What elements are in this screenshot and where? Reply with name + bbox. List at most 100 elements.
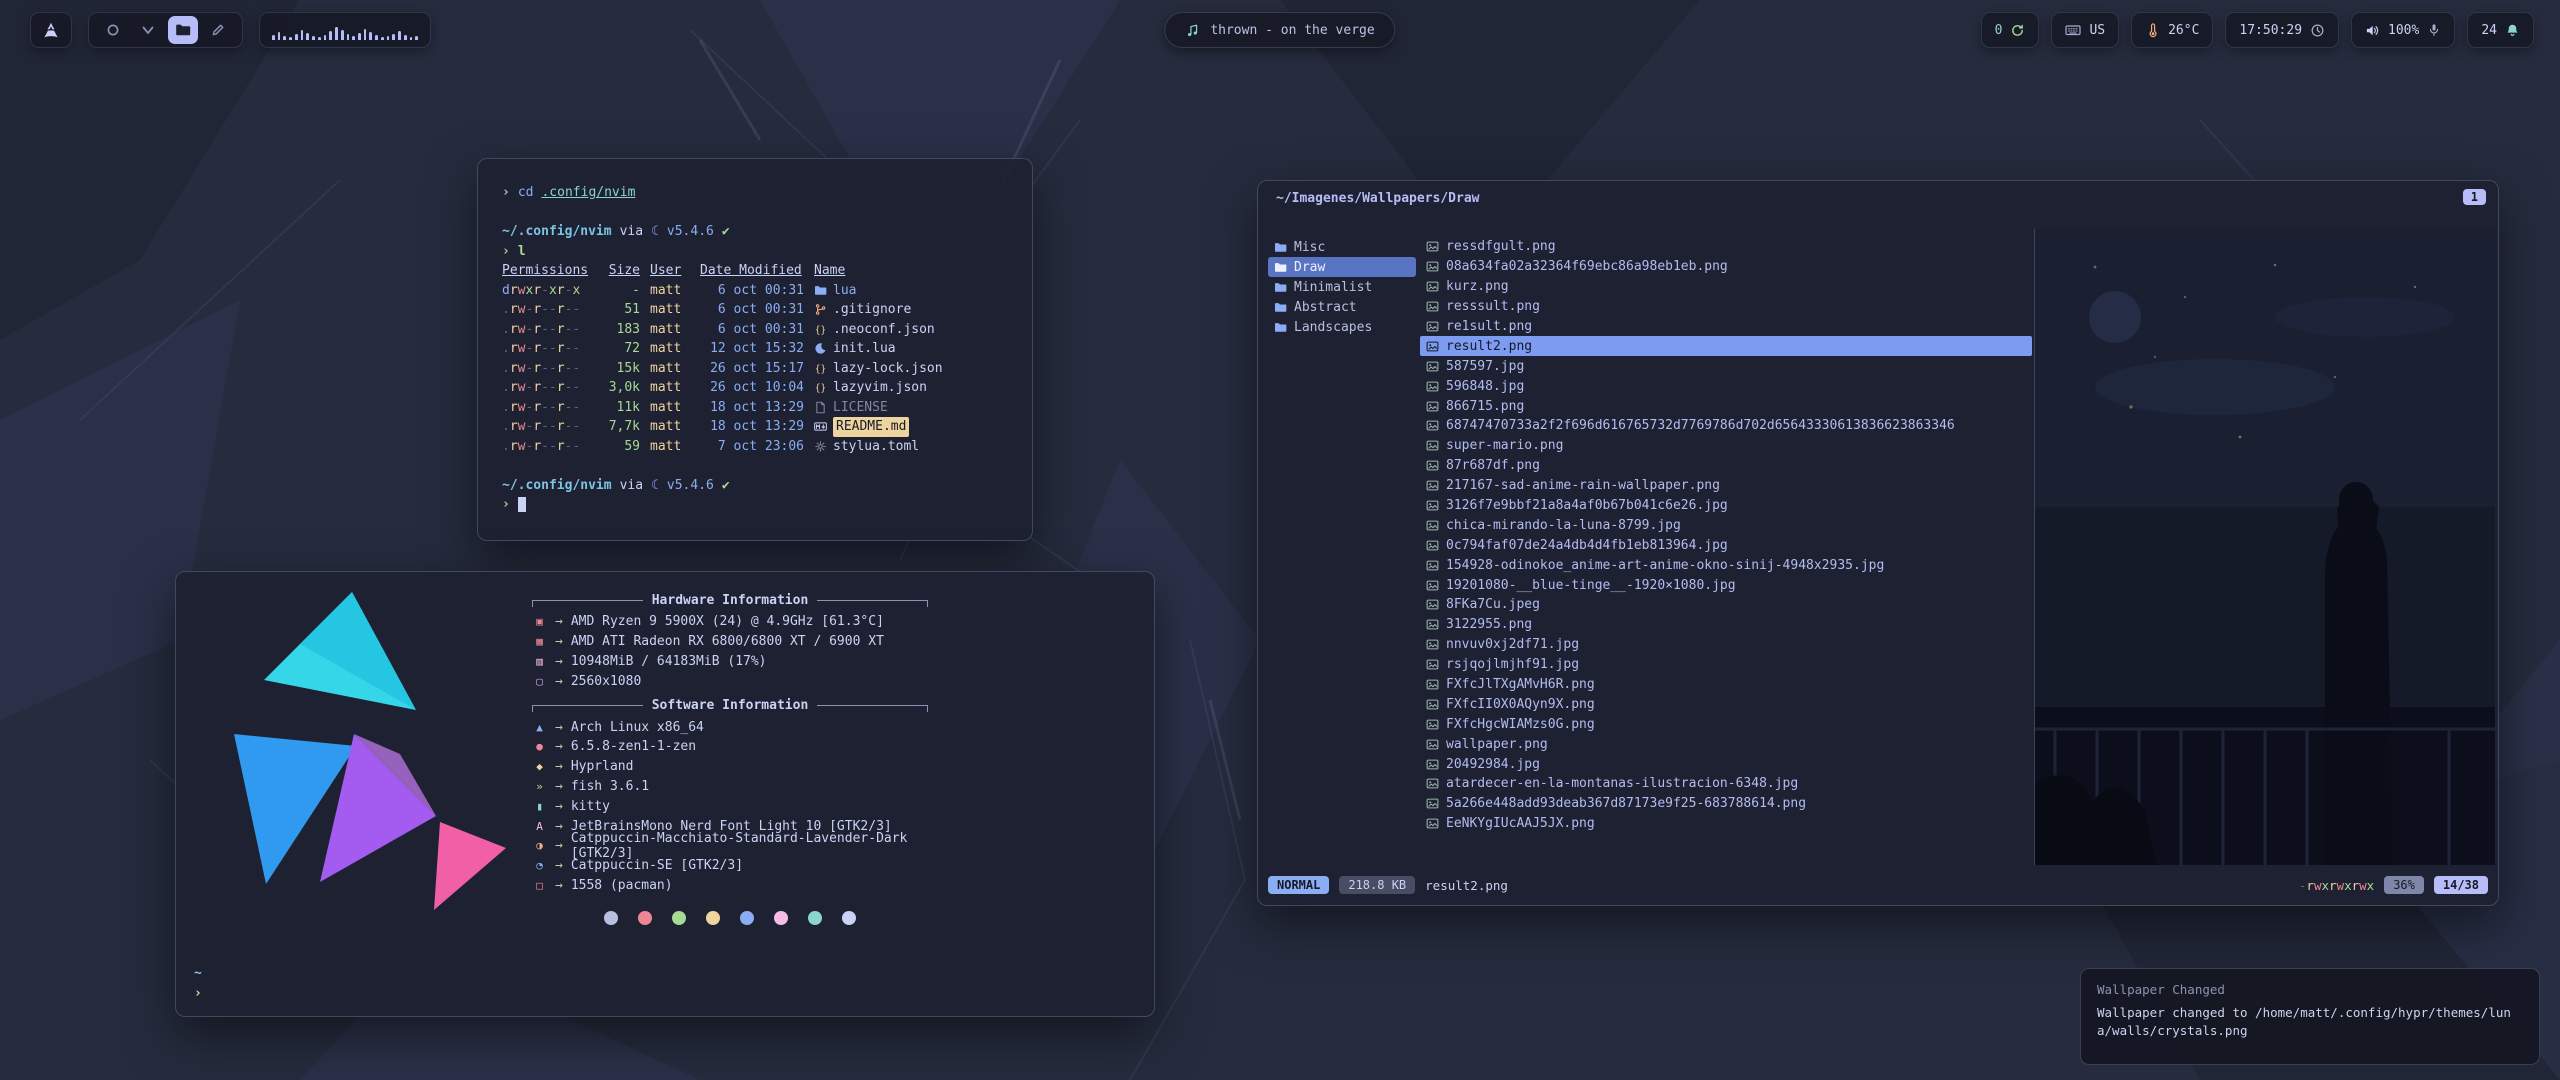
file-name-cell: lua <box>814 281 1008 301</box>
image-file-icon <box>1426 479 1439 492</box>
weather-widget[interactable]: 26°C <box>2131 12 2213 48</box>
file-size-badge: 218.8 KB <box>1339 876 1415 894</box>
file-owner: matt <box>650 378 690 398</box>
image-file-icon <box>1426 539 1439 552</box>
fetch-info-panel: Hardware Information ▣ → AMD Ryzen 9 590… <box>532 590 928 925</box>
file-list-item[interactable]: 68747470733a2f2f696d616765732d7769786d70… <box>1420 416 2032 436</box>
workspace-button[interactable] <box>203 16 233 44</box>
fetch-info-row: » → fish 3.6.1 <box>532 777 928 797</box>
sidebar-folder-item[interactable]: Misc <box>1268 237 1416 257</box>
visualizer-bar <box>352 36 355 40</box>
visualizer-bar <box>404 35 407 40</box>
file-list-item[interactable]: chica-mirando-la-luna-8799.jpg <box>1420 515 2032 535</box>
file-list-item[interactable]: 3122955.png <box>1420 615 2032 635</box>
file-manager-status-bar: NORMAL 218.8 KB result2.png -rwxrwxrwx 3… <box>1268 873 2488 897</box>
file-list-item[interactable]: 596848.jpg <box>1420 376 2032 396</box>
file-list-item[interactable]: super-mario.png <box>1420 436 2032 456</box>
lua-icon: ☾ <box>651 476 659 496</box>
status-check-icon: ✔ <box>722 222 730 242</box>
workspace-button[interactable] <box>98 16 128 44</box>
folder-icon <box>1274 241 1287 254</box>
mode-badge: NORMAL <box>1268 876 1329 894</box>
image-file-icon <box>1426 360 1439 373</box>
arrow-icon: → <box>555 819 563 834</box>
media-player-widget[interactable]: thrown - on the verge <box>1164 12 1395 48</box>
filetype-icon <box>814 381 827 394</box>
file-name: atardecer-en-la-montanas-ilustracion-634… <box>1446 776 1798 791</box>
file-list-item[interactable]: 866715.png <box>1420 396 2032 416</box>
workspace-button[interactable] <box>133 16 163 44</box>
notifications-widget[interactable]: 24 <box>2467 12 2534 48</box>
file-list-item[interactable]: FXfcJlTXgAMvH6R.png <box>1420 675 2032 695</box>
fetch-prompt[interactable]: ~ › <box>194 964 202 1004</box>
file-name: 587597.jpg <box>1446 359 1524 374</box>
file-permissions: .rw-r--r-- <box>502 378 588 398</box>
audio-visualizer[interactable] <box>259 12 431 48</box>
file-list-item[interactable]: wallpaper.png <box>1420 734 2032 754</box>
filetype-icon <box>814 323 827 336</box>
via-label: via <box>620 476 643 496</box>
image-file-icon <box>1426 738 1439 751</box>
command-text: cd <box>518 183 534 203</box>
file-list-item[interactable]: re1sult.png <box>1420 317 2032 337</box>
file-list-item[interactable]: 87r687df.png <box>1420 456 2032 476</box>
file-permissions: drwxr-xr-x <box>502 281 588 301</box>
sidebar-folder-item[interactable]: Minimalist <box>1268 277 1416 297</box>
sidebar-folder-item[interactable]: Draw <box>1268 257 1416 277</box>
file-list-item[interactable]: rsjqojlmjhf91.jpg <box>1420 655 2032 675</box>
file-list-item[interactable]: 587597.jpg <box>1420 356 2032 376</box>
file-list-item[interactable]: 20492984.jpg <box>1420 754 2032 774</box>
file-list-item[interactable]: ressdfgult.png <box>1420 237 2032 257</box>
file-name: rsjqojlmjhf91.jpg <box>1446 657 1579 672</box>
sidebar-folder-item[interactable]: Landscapes <box>1268 317 1416 337</box>
lua-version: v5.4.6 <box>667 222 714 242</box>
file-list-item[interactable]: kurz.png <box>1420 277 2032 297</box>
file-list-item[interactable]: resssult.png <box>1420 297 2032 317</box>
file-name-cell: .gitignore <box>814 300 1008 320</box>
software-rows: ▲ → Arch Linux x86_64 ● → 6.5.8-zen1-1-z… <box>532 717 928 895</box>
filetype-icon <box>814 420 827 433</box>
workspace-button[interactable] <box>168 16 198 44</box>
file-list-item[interactable]: 217167-sad-anime-rain-wallpaper.png <box>1420 476 2032 496</box>
file-list-item[interactable]: 8FKa7Cu.jpeg <box>1420 595 2032 615</box>
clock-widget[interactable]: 17:50:29 <box>2225 12 2339 48</box>
arrow-icon: → <box>555 739 563 754</box>
notification-toast[interactable]: Wallpaper Changed Wallpaper changed to /… <box>2080 968 2540 1065</box>
file-list-item[interactable]: 5a266e448add93deab367d87173e9f25-6837886… <box>1420 794 2032 814</box>
launcher-button[interactable] <box>30 12 72 48</box>
terminal-window[interactable]: ›cd.config/nvim ~/.config/nvimvia☾v5.4.6… <box>477 158 1033 541</box>
visualizer-bar <box>301 30 304 40</box>
keyboard-layout-widget[interactable]: US <box>2051 12 2119 48</box>
file-list-item[interactable]: FXfcHgcWIAMzs0G.png <box>1420 714 2032 734</box>
file-list-item[interactable]: 19201080-__blue-tinge__-1920×1080.jpg <box>1420 575 2032 595</box>
volume-widget[interactable]: 100% <box>2351 12 2455 48</box>
updates-widget[interactable]: 0 <box>1981 12 2040 48</box>
fetch-terminal-window[interactable]: Hardware Information ▣ → AMD Ryzen 9 590… <box>175 571 1155 1017</box>
fetch-info-row: ▥ → 10948MiB / 64183MiB (17%) <box>532 652 928 672</box>
clock-label: 17:50:29 <box>2239 23 2302 38</box>
hardware-section-header: Hardware Information <box>532 590 928 610</box>
file-list-item[interactable]: EeNKYgIUcAAJ5JX.png <box>1420 814 2032 834</box>
listing-header: Size <box>598 261 640 281</box>
file-size: 51 <box>598 300 640 320</box>
file-list-item[interactable]: FXfcII0X0AQyn9X.png <box>1420 694 2032 714</box>
file-list-item[interactable]: result2.png <box>1420 336 2032 356</box>
spec-icon: ◑ <box>532 839 547 852</box>
file-list-item[interactable]: 154928-odinokoe_anime-art-anime-okno-sin… <box>1420 555 2032 575</box>
file-list-item[interactable]: 3126f7e9bbf21a8a4af0b67b041c6e26.jpg <box>1420 496 2032 516</box>
file-list-item[interactable]: atardecer-en-la-montanas-ilustracion-634… <box>1420 774 2032 794</box>
file-name: init.lua <box>833 339 896 359</box>
arrow-icon: → <box>555 614 563 629</box>
file-name: .gitignore <box>833 300 911 320</box>
terminal-input-line[interactable]: › <box>502 495 1008 515</box>
spec-icon: ▲ <box>532 721 547 734</box>
file-list-item[interactable]: nnvuv0xj2df71.jpg <box>1420 635 2032 655</box>
file-list-item[interactable]: 0c794faf07de24a4db4d4fb1eb813964.jpg <box>1420 535 2032 555</box>
arrow-icon: → <box>555 838 563 853</box>
tab-indicator[interactable]: 1 <box>2463 189 2486 205</box>
file-manager-window[interactable]: ~/Imagenes/Wallpapers/Draw 1 Misc Draw M… <box>1257 180 2499 906</box>
file-name-cell: README.md <box>814 417 1008 437</box>
arrow-icon: → <box>555 779 563 794</box>
sidebar-folder-item[interactable]: Abstract <box>1268 297 1416 317</box>
file-list-item[interactable]: 08a634fa02a32364f69ebc86a98eb1eb.png <box>1420 257 2032 277</box>
